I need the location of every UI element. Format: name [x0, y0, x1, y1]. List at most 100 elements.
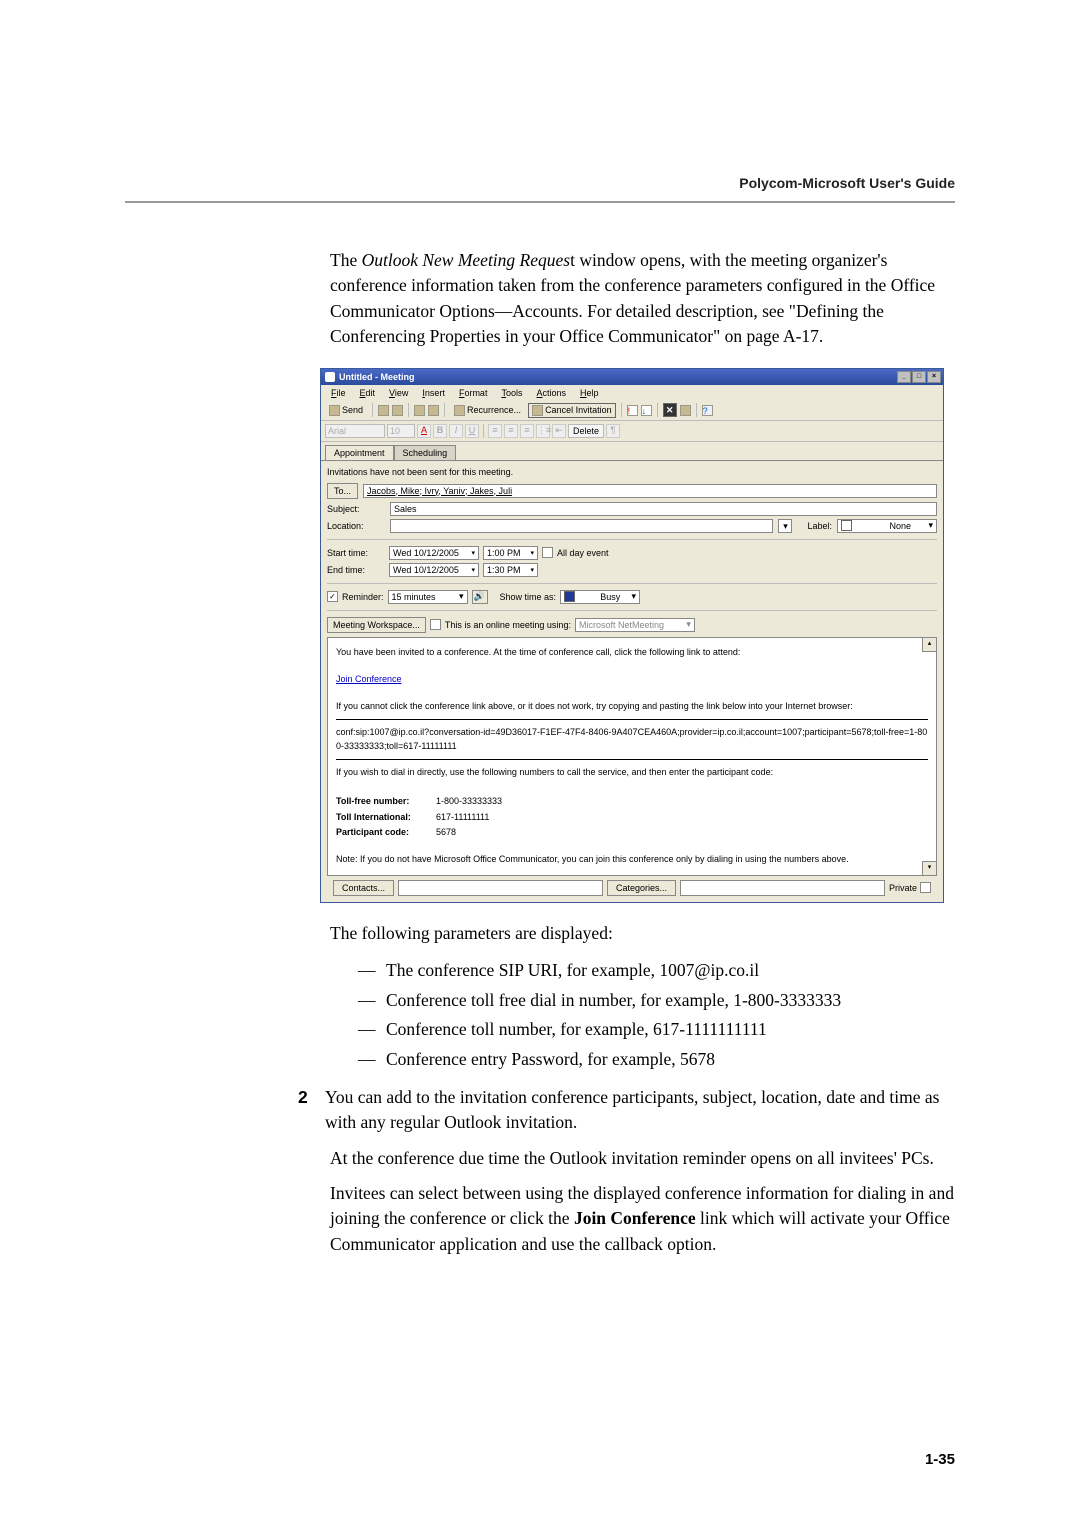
end-time-input[interactable]: 1:30 PM▾: [483, 563, 538, 577]
location-label: Location:: [327, 521, 385, 531]
reminder-checkbox[interactable]: ✓: [327, 591, 338, 602]
help-icon[interactable]: ?: [702, 405, 713, 416]
align-center-icon[interactable]: ≡: [504, 424, 518, 438]
fontsize-selector[interactable]: 10: [387, 424, 415, 438]
subject-input[interactable]: Sales: [390, 502, 937, 516]
p-join: Invitees can select between using the di…: [330, 1181, 955, 1257]
join-conference-link[interactable]: Join Conference: [336, 674, 402, 684]
menu-help[interactable]: Help: [574, 387, 605, 399]
intro-pre: The: [330, 250, 362, 270]
menu-insert[interactable]: Insert: [416, 387, 451, 399]
online-meeting-select: Microsoft NetMeeting▾: [575, 618, 695, 632]
menubar: File Edit View Insert Format Tools Actio…: [321, 385, 943, 401]
copy-icon[interactable]: [680, 405, 691, 416]
body-line3: If you wish to dial in directly, use the…: [336, 766, 928, 780]
outdent-icon[interactable]: ⇤: [552, 424, 566, 438]
window-title: Untitled - Meeting: [339, 372, 415, 382]
contacts-input[interactable]: [398, 880, 603, 896]
busy-color-icon: [564, 591, 575, 602]
step-number: 2: [298, 1085, 311, 1136]
location-dropdown[interactable]: ▾: [778, 519, 792, 533]
recurrence-button[interactable]: Recurrence...: [450, 403, 525, 418]
print-icon[interactable]: [392, 405, 403, 416]
scroll-down-icon[interactable]: ▾: [922, 861, 936, 875]
maximize-button[interactable]: □: [912, 371, 926, 383]
menu-format[interactable]: Format: [453, 387, 494, 399]
menu-edit[interactable]: Edit: [354, 387, 382, 399]
tab-appointment[interactable]: Appointment: [325, 445, 394, 460]
tollfree-value: 1-800-33333333: [436, 795, 502, 809]
align-right-icon[interactable]: ≡: [520, 424, 534, 438]
menu-actions[interactable]: Actions: [530, 387, 572, 399]
tab-strip: Appointment Scheduling: [321, 442, 943, 460]
reminder-sound-button[interactable]: 🔊: [472, 590, 488, 604]
attach-icon[interactable]: [428, 405, 439, 416]
step-2: 2 You can add to the invitation conferen…: [298, 1085, 955, 1136]
send-button[interactable]: Send: [325, 403, 367, 418]
indent-icon[interactable]: ¶: [606, 424, 620, 438]
bold-icon[interactable]: B: [433, 424, 447, 438]
font-selector[interactable]: Arial: [325, 424, 385, 438]
page-number: 1-35: [925, 1451, 955, 1468]
location-input[interactable]: [390, 519, 773, 533]
outlook-meeting-window: Untitled - Meeting _ □ × File Edit View …: [320, 368, 944, 903]
insert-file-icon[interactable]: [414, 405, 425, 416]
menu-view[interactable]: View: [383, 387, 414, 399]
close-button[interactable]: ×: [927, 371, 941, 383]
reminder-label: Reminder:: [342, 592, 384, 602]
main-toolbar: Send Recurrence... Cancel Invitation ! ↓…: [321, 401, 943, 421]
send-icon: [329, 405, 340, 416]
categories-input[interactable]: [680, 880, 885, 896]
showtimeas-select[interactable]: Busy▾: [560, 590, 640, 604]
allday-checkbox[interactable]: [542, 547, 553, 558]
delete-x-button[interactable]: ✕: [663, 403, 677, 417]
app-icon: [325, 372, 335, 382]
delete-button[interactable]: Delete: [568, 424, 604, 438]
meeting-workspace-button[interactable]: Meeting Workspace...: [327, 617, 426, 633]
menu-tools[interactable]: Tools: [495, 387, 528, 399]
params-list: The conference SIP URI, for example, 100…: [358, 956, 955, 1075]
page-header: Polycom-Microsoft User's Guide: [125, 175, 955, 203]
start-date-input[interactable]: Wed 10/12/2005▾: [389, 546, 479, 560]
font-color-icon[interactable]: A: [417, 424, 431, 438]
italic-icon[interactable]: I: [449, 424, 463, 438]
bullets-icon[interactable]: ⋮≡: [536, 424, 550, 438]
private-checkbox[interactable]: [920, 882, 931, 893]
tab-scheduling[interactable]: Scheduling: [394, 445, 457, 460]
body-note: Note: If you do not have Microsoft Offic…: [336, 853, 928, 867]
showtimeas-label: Show time as:: [500, 592, 557, 602]
meeting-body[interactable]: ▴ ▾ You have been invited to a conferenc…: [327, 637, 937, 876]
categories-button[interactable]: Categories...: [607, 880, 676, 896]
scroll-up-icon[interactable]: ▴: [922, 638, 936, 652]
allday-label: All day event: [557, 548, 609, 558]
label-select[interactable]: None▾: [837, 519, 937, 533]
arrow-down-icon[interactable]: ↓: [641, 405, 652, 416]
pcode-label: Participant code:: [336, 826, 428, 840]
tollintl-label: Toll International:: [336, 811, 428, 825]
conf-uri: conf:sip:1007@ip.co.il?conversation-id=4…: [336, 726, 928, 753]
intro-italic: Outlook New Meeting Reques: [362, 250, 571, 270]
end-date-input[interactable]: Wed 10/12/2005▾: [389, 563, 479, 577]
underline-icon[interactable]: U: [465, 424, 479, 438]
start-time-input[interactable]: 1:00 PM▾: [483, 546, 538, 560]
intro-paragraph: The Outlook New Meeting Request window o…: [330, 248, 955, 350]
titlebar[interactable]: Untitled - Meeting _ □ ×: [321, 369, 943, 385]
list-item: Conference entry Password, for example, …: [358, 1045, 955, 1075]
cancel-invitation-button[interactable]: Cancel Invitation: [528, 403, 616, 418]
align-left-icon[interactable]: ≡: [488, 424, 502, 438]
body-line2: If you cannot click the conference link …: [336, 700, 928, 714]
accounts-icon[interactable]: [378, 405, 389, 416]
pcode-value: 5678: [436, 826, 456, 840]
reminder-select[interactable]: 15 minutes▾: [388, 590, 468, 604]
online-meeting-checkbox[interactable]: [430, 619, 441, 630]
exclaim-icon[interactable]: !: [627, 405, 638, 416]
body-line1: You have been invited to a conference. A…: [336, 646, 928, 660]
minimize-button[interactable]: _: [897, 371, 911, 383]
private-label: Private: [889, 883, 917, 893]
menu-file[interactable]: File: [325, 387, 352, 399]
contacts-button[interactable]: Contacts...: [333, 880, 394, 896]
to-button[interactable]: To...: [327, 483, 358, 499]
recurrence-icon: [454, 405, 465, 416]
list-item: The conference SIP URI, for example, 100…: [358, 956, 955, 986]
to-input[interactable]: Jacobs, Mike; Ivry, Yaniv; Jakes, Juli: [363, 484, 937, 498]
